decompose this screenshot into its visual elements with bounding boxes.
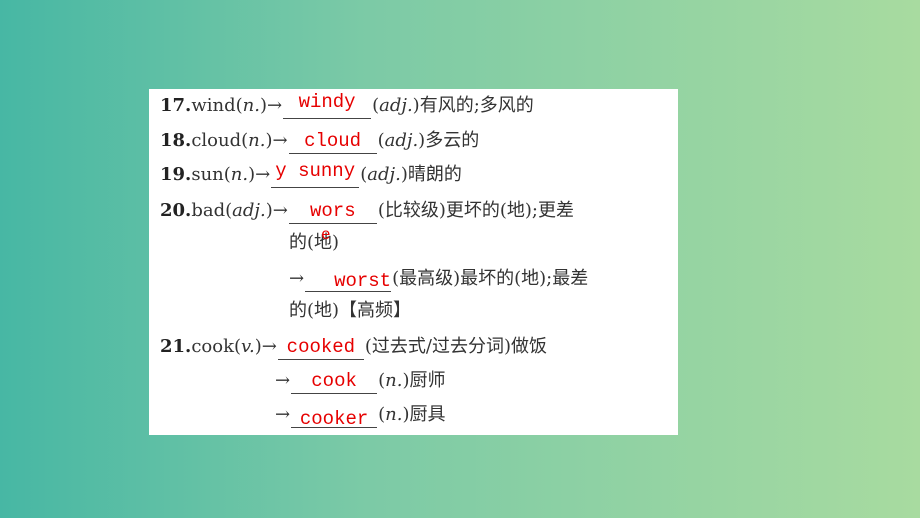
meaning: 厨师	[409, 370, 446, 391]
answer: cloud	[304, 130, 362, 152]
meaning: 晴朗的	[407, 164, 462, 185]
word: cloud(	[191, 130, 249, 151]
pos: n.	[242, 95, 260, 116]
meaning: 厨具	[409, 404, 446, 425]
meaning: (过去式/过去分词)做饭	[364, 336, 547, 357]
item-19: 19.sun(n.)→ y sunny (adj.)晴朗的	[160, 161, 462, 188]
answer-blank: windy	[283, 92, 372, 119]
item-21-noun-person: → cook (n.)厨师	[275, 370, 446, 394]
answer: wors	[310, 200, 356, 222]
item-20-superlative-cont: 的(地)【高频】	[289, 298, 411, 324]
item-21-noun-thing: → cooker (n.)厨具	[275, 404, 446, 430]
arrow: →	[289, 268, 305, 289]
arrow: )→	[265, 200, 288, 221]
item-20: 20.bad(adj.)→ wors (比较级)更坏的(地);更差	[160, 198, 574, 224]
arrow: )→	[248, 164, 271, 185]
meaning: 有风的;多风的	[419, 95, 534, 116]
word: bad(	[191, 200, 233, 221]
answer: windy	[298, 91, 356, 113]
pos: adj.	[367, 164, 401, 185]
meaning: 的(地)	[289, 232, 340, 253]
item-20-superlative: → worst (最高级)最坏的(地);最差	[289, 266, 588, 292]
item-number: 18.	[160, 130, 192, 151]
answer-blank: y sunny	[271, 161, 360, 188]
item-number: 19.	[160, 164, 192, 185]
answer-blank: cooked	[277, 336, 364, 360]
answer-blank: wors	[288, 200, 377, 224]
pos: n.	[385, 404, 403, 425]
meaning: 多云的	[425, 130, 480, 151]
answer-blank: cook	[291, 370, 378, 394]
answer-blank: cloud	[288, 130, 377, 154]
word: sun(	[191, 164, 231, 185]
arrow: →	[275, 370, 291, 391]
answer: worst	[334, 270, 392, 292]
answer: cooker	[299, 408, 369, 430]
answer: cook	[311, 370, 357, 392]
pos: n.	[385, 370, 403, 391]
meaning: 的(地)【高频】	[289, 300, 412, 321]
pos: adj.	[379, 95, 413, 116]
pos: n.	[248, 130, 266, 151]
answer: y sunny	[275, 160, 356, 182]
word: cook(	[191, 336, 242, 357]
pos: adj.	[384, 130, 419, 151]
item-18: 18.cloud(n.)→ cloud (adj.)多云的	[160, 130, 480, 154]
answer-blank: cooker	[291, 405, 378, 430]
item-20-cont: 的(地)	[289, 230, 339, 256]
stray-answer-char: e	[321, 226, 331, 244]
item-number: 20.	[160, 200, 192, 221]
pos: v.	[241, 336, 255, 357]
answer: cooked	[286, 336, 356, 358]
arrow: →	[275, 404, 291, 425]
arrow: )→	[259, 95, 283, 116]
meaning: (比较级)更坏的(地);更差	[377, 200, 574, 221]
arrow: )→	[254, 336, 277, 357]
item-number: 17.	[160, 95, 192, 116]
arrow: )→	[265, 130, 288, 151]
item-17: 17.wind(n.)→ windy (adj.)有风的;多风的	[160, 92, 534, 119]
item-number: 21.	[160, 336, 192, 357]
answer-blank: worst	[305, 269, 392, 292]
pos: adj.	[232, 200, 266, 221]
pos: n.	[230, 164, 249, 185]
item-21: 21.cook(v.)→ cooked (过去式/过去分词)做饭	[160, 334, 547, 360]
word: wind(	[191, 95, 243, 116]
meaning: (最高级)最坏的(地);最差	[392, 268, 589, 289]
